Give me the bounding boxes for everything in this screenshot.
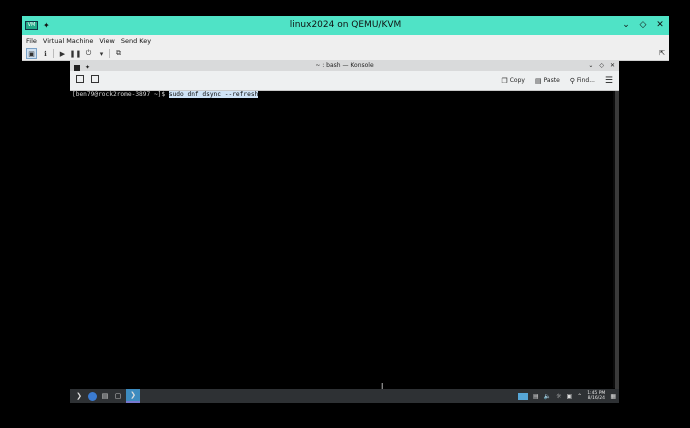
konsole-toolbar: ❐ Copy ▤ Paste ⚲ Find... ☰	[70, 71, 619, 91]
window-titlebar: VM ✦ linux2024 on QEMU/KVM ⌄ ◇ ✕	[22, 16, 669, 35]
close-icon[interactable]: ✕	[655, 16, 665, 35]
terminal-scrollbar[interactable]	[615, 91, 619, 389]
terminal-command: sudo dnf dsync --refresh	[168, 91, 259, 98]
close-icon[interactable]: ✕	[610, 60, 615, 71]
network-icon[interactable]: ▣	[566, 393, 572, 400]
kde-panel: ❯ ▤ ▢ ❯ ▤ 🔈 ☼ ▣ ⌃ 1:45 PM 8/16/24 ▦	[70, 389, 619, 403]
show-desktop-icon[interactable]: ▦	[610, 393, 616, 400]
power-icon[interactable]: ⏻	[84, 49, 93, 58]
menubar: File Virtual Machine View Send Key	[22, 35, 669, 47]
copy-label: Copy	[509, 77, 525, 84]
console-view-icon[interactable]: ▣	[26, 48, 37, 59]
toolbar-divider	[53, 49, 54, 58]
terminal-prompt: [ben79@rock2rome-3897 ~]$	[72, 91, 169, 98]
scrollbar-thumb[interactable]	[615, 91, 619, 389]
konsole-window: ✦ ~ : bash — Konsole ⌄ ◇ ✕ ❐ Copy ▤ Past…	[70, 60, 619, 389]
menu-virtual-machine[interactable]: Virtual Machine	[43, 37, 94, 45]
system-tray: ▤ 🔈 ☼ ▣ ⌃ 1:45 PM 8/16/24 ▦	[517, 389, 616, 403]
volume-icon[interactable]: 🔈	[544, 393, 551, 400]
diamond-icon[interactable]: ◇	[638, 16, 648, 35]
chevron-down-icon[interactable]: ⌄	[621, 16, 631, 35]
menu-file[interactable]: File	[26, 37, 37, 45]
firefox-icon[interactable]	[87, 391, 97, 401]
split-view-icon[interactable]	[91, 75, 99, 83]
diamond-icon[interactable]: ◇	[599, 60, 604, 71]
chevron-down-icon[interactable]: ⌄	[588, 60, 593, 71]
taskbar-icon[interactable]: ▤	[100, 391, 110, 401]
clipboard-icon[interactable]: ▤	[533, 393, 539, 400]
details-view-icon[interactable]: ℹ	[41, 49, 50, 58]
pager-icon[interactable]	[517, 392, 528, 400]
expand-tray-icon[interactable]: ⌃	[577, 393, 582, 400]
file-manager-icon[interactable]: ▢	[113, 391, 123, 401]
application-launcher-icon[interactable]: ❯	[74, 391, 84, 401]
snapshot-icon[interactable]: ⧉	[114, 49, 123, 58]
hamburger-menu-icon[interactable]: ☰	[605, 76, 613, 86]
pin-icon[interactable]: ✦	[43, 21, 50, 30]
new-tab-icon[interactable]	[76, 75, 84, 83]
fullscreen-icon[interactable]: ⇱	[659, 47, 665, 60]
clock-date: 8/16/24	[587, 396, 605, 401]
virt-manager-app-icon[interactable]: VM	[25, 21, 38, 30]
search-icon: ⚲	[569, 76, 575, 85]
play-icon[interactable]: ▶	[58, 49, 67, 58]
brightness-icon[interactable]: ☼	[556, 393, 561, 400]
find-button[interactable]: ⚲ Find...	[570, 77, 595, 85]
menu-view[interactable]: View	[99, 37, 114, 45]
window-title: linux2024 on QEMU/KVM	[289, 20, 402, 30]
toolbar-divider	[109, 49, 110, 58]
copy-button[interactable]: ❐ Copy	[501, 77, 525, 85]
menu-send-key[interactable]: Send Key	[121, 37, 151, 45]
firefox-logo	[87, 391, 97, 401]
paste-label: Paste	[543, 77, 560, 84]
paste-button[interactable]: ▤ Paste	[535, 77, 560, 85]
pause-icon[interactable]: ❚❚	[70, 49, 82, 58]
vm-toolbar: ▣ ℹ ▶ ❚❚ ⏻ ▾ ⧉ ⇱	[22, 47, 669, 61]
terminal-line: [ben79@rock2rome-3897 ~]$ sudo dnf dsync…	[72, 91, 259, 99]
clock[interactable]: 1:45 PM 8/16/24	[587, 391, 605, 401]
konsole-titlebar: ✦ ~ : bash — Konsole ⌄ ◇ ✕	[70, 60, 619, 71]
konsole-icon[interactable]: ❯	[126, 389, 140, 403]
copy-icon: ❐	[501, 76, 508, 85]
dropdown-icon[interactable]: ▾	[97, 49, 106, 58]
find-label: Find...	[576, 77, 595, 84]
terminal-area[interactable]: [ben79@rock2rome-3897 ~]$ sudo dnf dsync…	[70, 91, 613, 389]
konsole-title: ~ : bash — Konsole	[315, 62, 374, 69]
paste-icon: ▤	[534, 76, 542, 85]
